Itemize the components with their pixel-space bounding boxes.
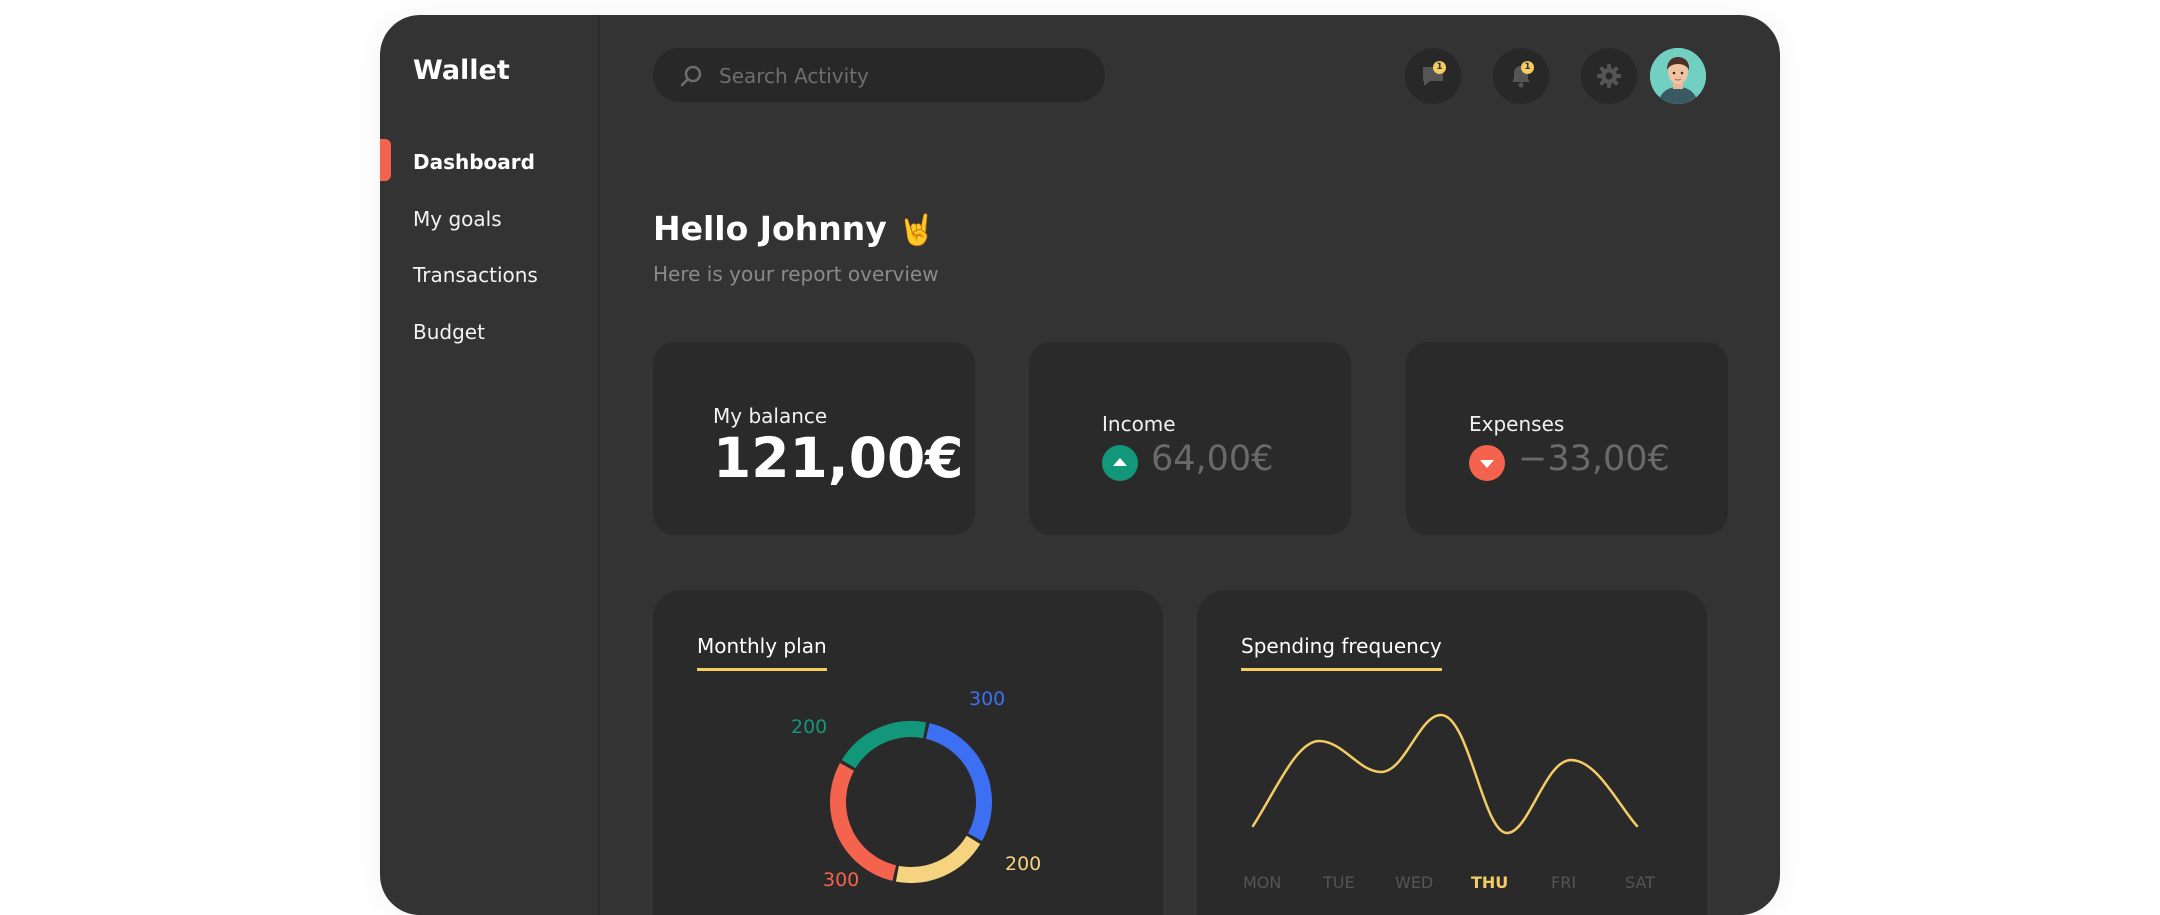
day-label-sat: SAT [1625, 873, 1655, 892]
expenses-value: −33,00€ [1518, 439, 1670, 479]
greeting-emoji: 🤘 [898, 213, 936, 248]
day-label-thu: THU [1471, 873, 1509, 892]
app-logo: Wallet [413, 55, 510, 86]
balance-card: My balance 121,00€ [653, 342, 975, 535]
sidebar-item-my-goals[interactable]: My goals [413, 207, 502, 231]
income-card: Income 64,00€ [1029, 342, 1351, 535]
notifications-badge: 1 [1521, 61, 1534, 74]
expenses-card: Expenses −33,00€ [1406, 342, 1728, 535]
monthly-plan-panel: Monthly plan 300 200 300 200 [653, 590, 1163, 915]
sidebar-item-dashboard[interactable]: Dashboard [413, 150, 535, 174]
notifications-button[interactable]: 1 [1493, 48, 1549, 104]
balance-value: 121,00€ [713, 426, 964, 490]
day-label-tue: TUE [1323, 873, 1355, 892]
day-label-fri: FRI [1551, 873, 1577, 892]
expenses-label: Expenses [1469, 412, 1565, 436]
balance-label: My balance [713, 404, 828, 428]
income-value: 64,00€ [1151, 439, 1274, 479]
donut-label: 300 [823, 869, 859, 891]
day-label-mon: MON [1243, 873, 1282, 892]
sidebar-item-transactions[interactable]: Transactions [413, 263, 538, 287]
donut-segment [830, 763, 897, 881]
day-label-wed: WED [1395, 873, 1434, 892]
main-content: 1 1 [598, 15, 1780, 915]
avatar[interactable] [1650, 48, 1706, 104]
donut-segment [925, 723, 992, 841]
donut-label: 200 [791, 716, 827, 738]
settings-button[interactable] [1581, 48, 1637, 104]
app-window: Wallet Dashboard My goals Transactions B… [380, 15, 1780, 915]
donut-label: 300 [969, 688, 1005, 710]
donut-segment [841, 721, 927, 769]
greeting-text: Hello Johnny [653, 209, 887, 248]
messages-badge: 1 [1433, 61, 1446, 74]
sidebar-item-budget[interactable]: Budget [413, 320, 485, 344]
monthly-plan-donut: 300 200 300 200 [791, 688, 1041, 891]
donut-label: 200 [1005, 853, 1041, 875]
donut-segment [895, 835, 981, 883]
sidebar: Wallet Dashboard My goals Transactions B… [380, 15, 600, 915]
active-nav-indicator [380, 139, 391, 181]
search-bar[interactable] [653, 48, 1105, 104]
income-label: Income [1102, 412, 1176, 436]
search-input[interactable] [717, 48, 1091, 104]
arrow-up-icon [1102, 445, 1138, 481]
greeting-title: Hello Johnny 🤘 [653, 209, 936, 248]
gear-icon [1597, 64, 1621, 88]
messages-button[interactable]: 1 [1405, 48, 1461, 104]
spending-frequency-chart [1251, 713, 1639, 835]
spending-frequency-panel: Spending frequency MON TUE WED THU FRI SAT [1197, 590, 1707, 915]
arrow-down-icon [1469, 445, 1505, 481]
greeting-subtitle: Here is your report overview [653, 262, 939, 286]
spending-line [1251, 713, 1639, 835]
search-icon [679, 64, 703, 88]
